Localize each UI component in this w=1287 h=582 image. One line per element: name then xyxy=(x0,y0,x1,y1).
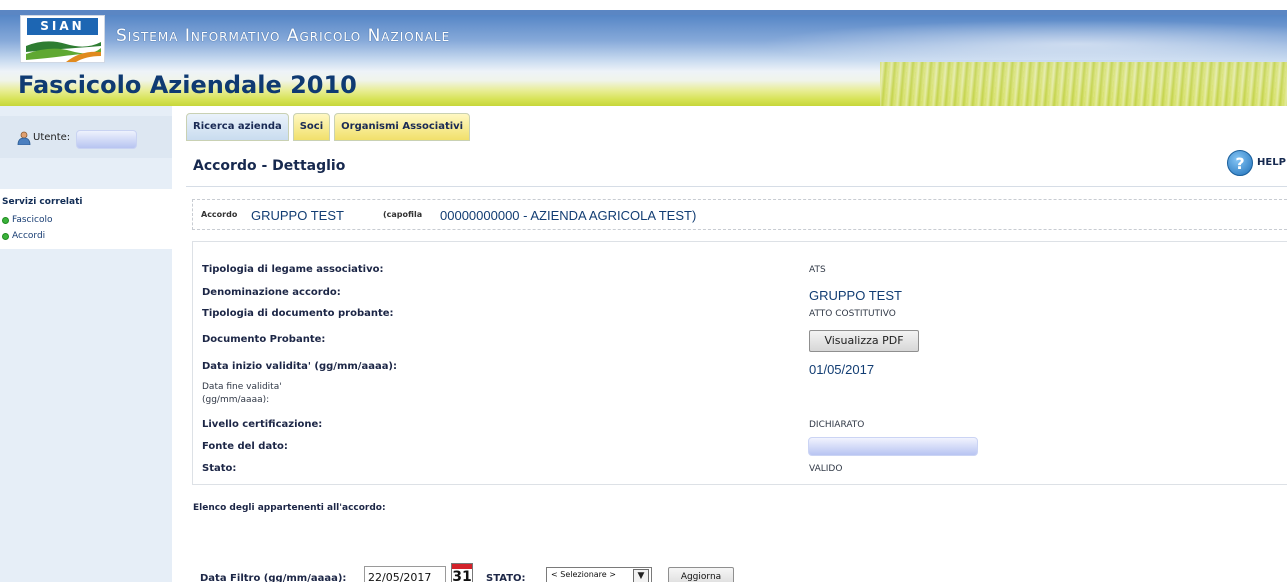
data-fine-label-line2: (gg/mm/aaaa): xyxy=(202,395,270,405)
help-link[interactable]: HELP xyxy=(1257,157,1286,168)
tipologia-documento-label: Tipologia di documento probante: xyxy=(202,308,394,319)
servizi-title: Servizi correlati xyxy=(2,197,83,207)
tipologia-documento-value: ATTO COSTITUTIVO xyxy=(809,309,896,319)
stato-select[interactable]: < Selezionare > ▼ xyxy=(546,567,652,582)
denominazione-label: Denominazione accordo: xyxy=(202,287,341,298)
user-label: Utente: xyxy=(33,132,71,143)
page: SIAN Sistema Informativo Agricolo Nazion… xyxy=(0,0,1287,582)
green-dot-icon xyxy=(2,232,9,240)
title-divider xyxy=(186,186,1287,187)
calendar-day: 31 xyxy=(452,569,472,582)
user-box: Utente: xyxy=(0,116,172,158)
fonte-dato-value xyxy=(808,437,978,456)
banner-fields-decoration xyxy=(880,62,1287,106)
sian-logo[interactable]: SIAN xyxy=(20,15,105,63)
sidebar-link-label: Fascicolo xyxy=(12,215,53,225)
livello-certificazione-value: DICHIARATO xyxy=(809,420,865,430)
capofila-label: (capofila xyxy=(383,210,423,219)
elenco-title: Elenco degli appartenenti all'accordo: xyxy=(193,503,386,513)
stato-filter-label: STATO: xyxy=(486,573,526,582)
data-filtro-input[interactable] xyxy=(364,566,446,582)
servizi-correlati-panel: Servizi correlati Fascicolo Accordi xyxy=(0,189,172,249)
sidebar-link-fascicolo[interactable]: Fascicolo xyxy=(2,215,52,225)
sidebar: Utente: Servizi correlati Fascicolo Acco… xyxy=(0,106,172,582)
fonte-dato-label: Fonte del dato: xyxy=(202,441,288,452)
main-tabs: Ricerca azienda Soci Organismi Associati… xyxy=(186,113,471,141)
app-title: Fascicolo Aziendale 2010 xyxy=(18,71,357,99)
denominazione-value: GRUPPO TEST xyxy=(809,288,902,303)
stato-value: VALIDO xyxy=(809,464,843,474)
logo-text: SIAN xyxy=(27,18,98,35)
page-title: Accordo - Dettaglio xyxy=(193,158,346,174)
sidebar-link-accordi[interactable]: Accordi xyxy=(2,231,45,241)
calendar-icon[interactable]: 31 xyxy=(451,563,473,582)
accordo-name: GRUPPO TEST xyxy=(251,208,344,223)
documento-probante-label: Documento Probante: xyxy=(202,334,326,345)
stato-select-value: < Selezionare > xyxy=(551,570,616,579)
data-filtro-label: Data Filtro (gg/mm/aaaa): xyxy=(200,573,347,582)
capofila-value: 00000000000 - AZIENDA AGRICOLA TEST) xyxy=(440,208,697,223)
stato-label: Stato: xyxy=(202,463,237,474)
help-icon[interactable]: ? xyxy=(1227,150,1253,176)
livello-certificazione-label: Livello certificazione: xyxy=(202,419,323,430)
tab-soci[interactable]: Soci xyxy=(292,113,331,141)
data-fine-label: Data fine validita' (gg/mm/aaaa): xyxy=(202,381,282,407)
data-inizio-label: Data inizio validita' (gg/mm/aaaa): xyxy=(202,361,398,372)
aggiorna-button[interactable]: Aggiorna xyxy=(668,567,734,582)
logo-waves-icon xyxy=(26,41,101,62)
green-dot-icon xyxy=(2,216,9,224)
visualizza-pdf-button[interactable]: Visualizza PDF xyxy=(809,330,919,352)
tipologia-legame-value: ATS xyxy=(809,265,826,275)
tipologia-legame-label: Tipologia di legame associativo: xyxy=(202,264,384,275)
chevron-down-icon[interactable]: ▼ xyxy=(633,569,649,582)
sidebar-link-label: Accordi xyxy=(12,231,46,241)
user-value xyxy=(76,130,137,149)
system-title: Sistema Informativo Agricolo Nazionale xyxy=(116,26,451,46)
accordo-label: Accordo xyxy=(201,210,238,219)
tab-ricerca-azienda[interactable]: Ricerca azienda xyxy=(186,113,289,141)
accordo-summary-box: Accordo GRUPPO TEST (capofila 0000000000… xyxy=(192,199,1287,230)
header: SIAN Sistema Informativo Agricolo Nazion… xyxy=(0,0,1287,106)
banner-sky-decoration xyxy=(760,20,1287,60)
data-fine-label-line1: Data fine validita' xyxy=(202,382,282,392)
data-inizio-value: 01/05/2017 xyxy=(809,362,875,377)
user-icon xyxy=(17,131,31,145)
tab-organismi-associativi[interactable]: Organismi Associativi xyxy=(334,113,471,141)
